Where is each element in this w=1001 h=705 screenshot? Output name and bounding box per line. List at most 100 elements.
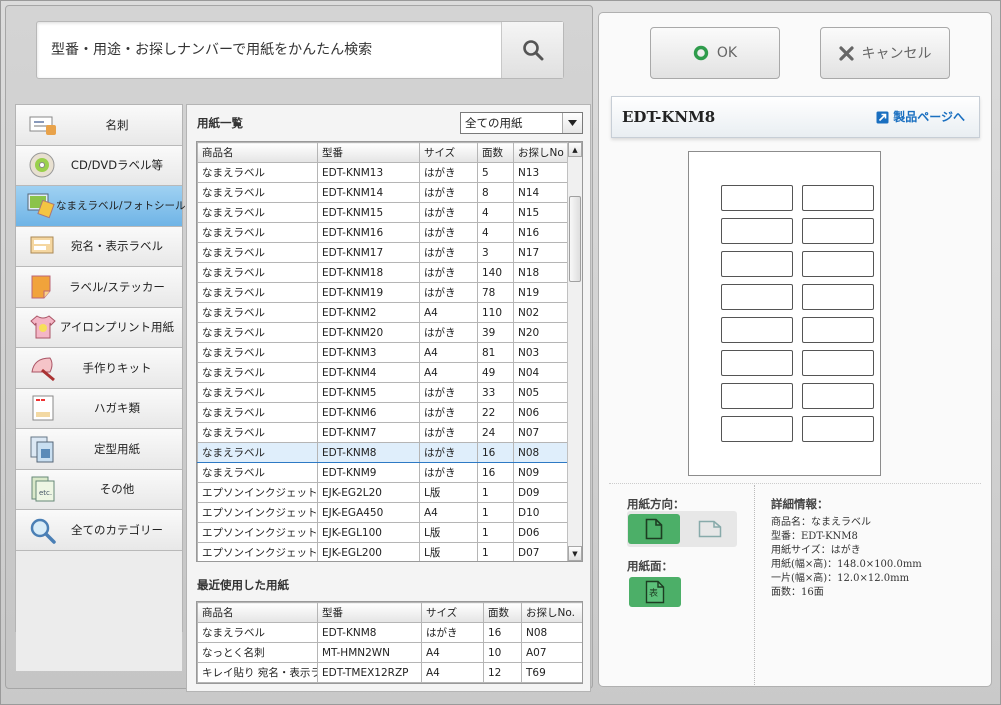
column-header[interactable]: 型番 [317,602,422,623]
column-header[interactable]: サイズ [419,142,478,163]
cd-dvd-icon [26,150,60,180]
category-item[interactable]: ラベル/ステッカー [16,267,182,308]
table-row[interactable]: エプソンインクジェット用 EJK-EGL200 L版 1 D07 [197,542,570,561]
table-cell: N03 [513,342,570,363]
cancel-button[interactable]: キャンセル [820,27,950,79]
column-header[interactable]: 商品名 [197,602,318,623]
table-row[interactable]: なまえラベル EDT-KNM15 はがき 4 N15 [197,202,570,223]
category-item[interactable]: 全てのカテゴリー [16,510,182,551]
category-item[interactable]: CD/DVDラベル等 [16,145,182,186]
column-header[interactable]: 型番 [317,142,420,163]
table-cell: L版 [419,482,478,503]
table-cell: N08 [513,442,570,463]
column-header[interactable]: 商品名 [197,142,318,163]
table-cell: はがき [419,422,478,443]
chevron-down-icon [562,113,582,133]
table-cell: なまえラベル [197,362,318,383]
paper-filter-select[interactable]: 全ての用紙 [460,112,583,134]
product-page-link[interactable]: 製品ページへ [876,97,965,137]
table-cell: なまえラベル [197,382,318,403]
table-row[interactable]: エプソンインクジェット用 EJK-EGA450 A4 1 D10 [197,502,570,523]
table-cell: はがき [419,242,478,263]
search-button[interactable] [501,22,563,78]
table-row[interactable]: なまえラベル EDT-KNM2 A4 110 N02 [197,302,570,323]
detail-info-line: 一片(幅×高)：12.0×12.0mm [771,573,910,584]
table-row[interactable]: なっとく名刺 MT-HMN2WN A4 10 A07 [197,642,582,663]
column-header[interactable]: 面数 [483,602,522,623]
table-cell: EDT-KNM15 [317,202,420,223]
category-item[interactable]: 定型用紙 [16,429,182,470]
table-row[interactable]: なまえラベル EDT-KNM20 はがき 39 N20 [197,322,570,343]
table-cell: EDT-KNM8 [317,622,422,643]
table-row[interactable]: エプソンインクジェット用 EJK-EGL100 L版 1 D06 [197,522,570,543]
table-cell: はがき [419,262,478,283]
table-cell: はがき [419,382,478,403]
detail-info-line: 用紙サイズ：はがき [771,545,861,556]
category-item[interactable]: 手作りキット [16,348,182,389]
column-header[interactable]: お探しNo [513,142,570,163]
table-row[interactable]: なまえラベル EDT-KNM4 A4 49 N04 [197,362,570,383]
table-cell: D07 [513,542,570,561]
table-cell: EDT-KNM19 [317,282,420,303]
table-cell: 1 [477,522,514,543]
table-cell: 22 [477,402,514,423]
divider [609,483,981,484]
search-input[interactable]: 型番・用途・お探しナンバーで用紙をかんたん検索 [51,22,372,78]
table-row[interactable]: なまえラベル EDT-KNM13 はがき 5 N13 [197,162,570,183]
table-row[interactable]: なまえラベル EDT-KNM5 はがき 33 N05 [197,382,570,403]
table-row[interactable]: なまえラベル EDT-KNM16 はがき 4 N16 [197,222,570,243]
table-row[interactable]: なまえラベル EDT-KNM7 はがき 24 N07 [197,422,570,443]
table-cell: エプソンインクジェット用 [197,482,318,503]
category-label: 名刺 [105,117,129,132]
table-row[interactable]: なまえラベル EDT-KNM6 はがき 22 N06 [197,402,570,423]
table-cell: EDT-KNM9 [317,462,420,483]
scroll-up-icon[interactable]: ▲ [568,142,582,157]
ok-button[interactable]: OK [650,27,780,79]
label-cell [721,251,793,277]
table-row[interactable]: なまえラベル EDT-KNM8 はがき 16 N08 [197,622,582,643]
category-item[interactable]: etc. その他 [16,469,182,510]
table-cell: 8 [477,182,514,203]
label-cell [802,416,874,442]
table-row[interactable]: なまえラベル EDT-KNM3 A4 81 N03 [197,342,570,363]
column-header[interactable]: 面数 [477,142,514,163]
table-row[interactable]: キレイ貼り 宛名・表示ラベルEDT-TMEX12RZPA412T69 [197,662,582,683]
column-header[interactable]: お探しNo. [521,602,582,623]
scrollbar-thumb[interactable] [569,196,581,282]
table-row[interactable]: エプソンインクジェット用 EJK-EG2L20 L版 1 D09 [197,482,570,503]
table-row[interactable]: なまえラベル EDT-KNM19 はがき 78 N19 [197,282,570,303]
scroll-down-icon[interactable]: ▼ [568,546,582,561]
landscape-button[interactable] [684,514,736,544]
front-face-button[interactable]: 表 [629,577,681,607]
category-item[interactable]: アイロンプリント用紙 [16,307,182,348]
app-window: 型番・用途・お探しナンバーで用紙をかんたん検索 名刺 CD/DVDラベル等 なまえラ… [0,0,1001,705]
portrait-button[interactable] [628,514,680,544]
category-item[interactable]: なまえラベル/フォトシール [16,186,186,227]
table-cell: 16 [477,462,514,483]
table-row[interactable]: なまえラベル EDT-KNM9 はがき 16 N09 [197,462,570,483]
front-face-page-icon: 表 [645,580,665,604]
other-etc-icon: etc. [26,474,60,504]
category-item[interactable]: 宛名・表示ラベル [16,226,182,267]
product-page-link-label: 製品ページへ [893,110,965,124]
category-item[interactable]: ハガキ類 [16,388,182,429]
table-row[interactable]: なまえラベル EDT-KNM14 はがき 8 N14 [197,182,570,203]
orientation-toggle [627,511,737,547]
svg-text:表: 表 [649,587,658,599]
category-item[interactable]: 名刺 [16,105,182,146]
table-cell: A4 [419,362,478,383]
table-cell: EDT-KNM3 [317,342,420,363]
divider [754,485,755,685]
search-icon [522,40,543,61]
table-row[interactable]: なまえラベル EDT-KNM18 はがき 140 N18 [197,262,570,283]
table-cell: 49 [477,362,514,383]
table-row[interactable]: なまえラベル EDT-KNM8 はがき 16 N08 [197,442,570,463]
paper-list-table: 商品名 型番 サイズ 面数 お探しNo なまえラベル EDT-KNM13 はがき 5 N13 なま… [197,142,570,561]
table-cell: N18 [513,262,570,283]
table-cell: なまえラベル [197,202,318,223]
table-cell: EDT-KNM17 [317,242,420,263]
paper-list-scrollbar[interactable]: ▲ ▼ [567,142,582,561]
table-cell: なまえラベル [197,322,318,343]
column-header[interactable]: サイズ [421,602,484,623]
table-row[interactable]: なまえラベル EDT-KNM17 はがき 3 N17 [197,242,570,263]
